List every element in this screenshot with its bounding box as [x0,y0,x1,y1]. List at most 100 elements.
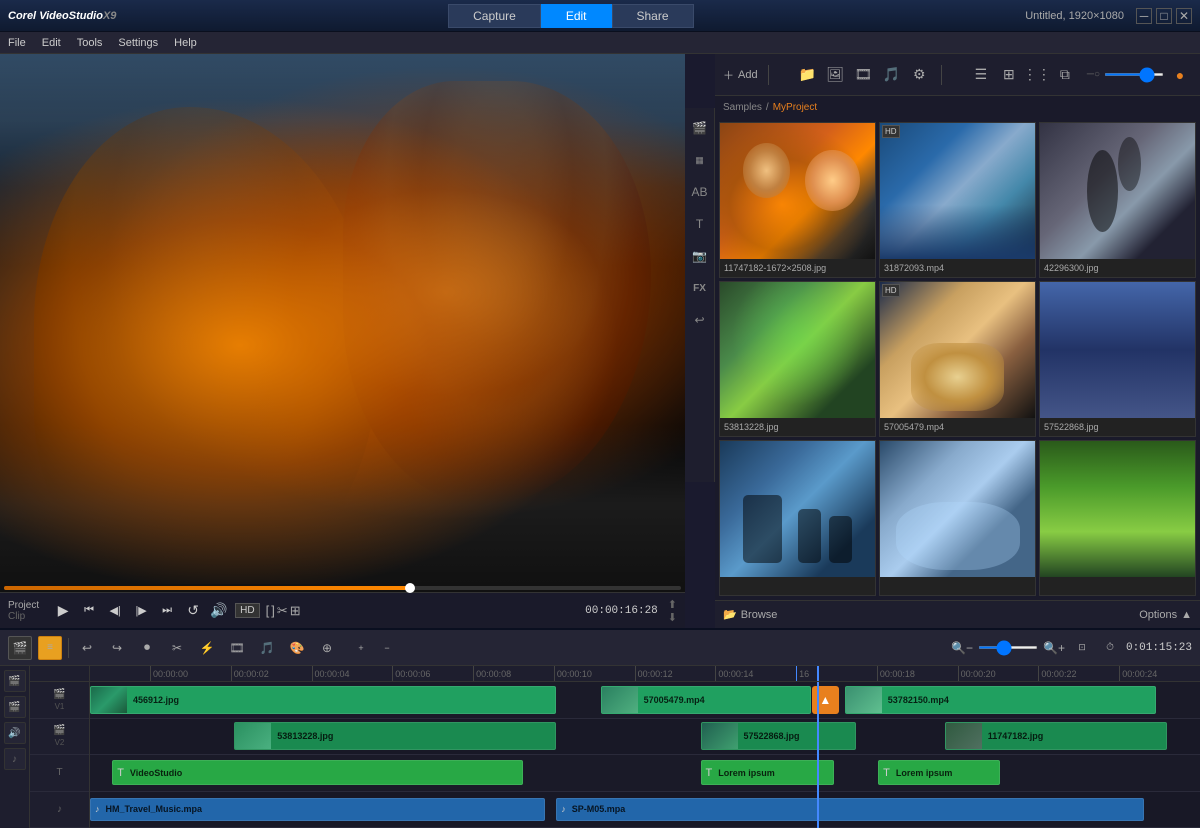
thumb-label-9 [1040,577,1195,595]
media-tool-audio[interactable]: ↩ [688,308,712,332]
track-btn-2[interactable]: 🎬 [4,696,26,718]
timecode-spinner[interactable]: ⬆⬇ [668,598,677,624]
clip-57522868[interactable]: 57522868.jpg [701,722,856,750]
redo-btn[interactable]: ↪ [105,636,129,660]
ruler-mark-11: 00:00:22 [1038,666,1119,681]
right-panel: ＋ Add 📁 🖼 🎞 🎵 ⚙ ☰ ⊞ ⋮⋮ ⧉ ─○ ● [715,54,1200,628]
timeline-storyboard-btn[interactable]: ≡ [38,636,62,660]
track-minus-btn[interactable]: − [375,636,399,660]
ruler-mark-10: 00:00:20 [958,666,1039,681]
media-tool-fx[interactable]: FX [688,276,712,300]
media-tool-video[interactable]: 🎬 [688,116,712,140]
clip-53813228[interactable]: 53813228.jpg [234,722,556,750]
zoom-in-btn[interactable]: 🔍+ [1042,636,1066,660]
menu-help[interactable]: Help [174,37,197,49]
volume-button[interactable]: 🔊 [209,600,229,621]
media-item-4[interactable]: 53813228.jpg [719,281,876,437]
menu-tools[interactable]: Tools [77,37,103,49]
clip-lorem2[interactable]: T Lorem ipsum [878,760,1000,785]
clip-57005479[interactable]: 57005479.mp4 [601,686,812,714]
media-item-2[interactable]: HD 31872093.mp4 [879,122,1036,278]
media-item-5[interactable]: HD 57005479.mp4 [879,281,1036,437]
grid-view-btn[interactable]: ⊞ [997,63,1021,87]
photo-icon-btn[interactable]: 🖼 [823,63,847,87]
out-point-button[interactable]: ] [271,603,275,619]
fit-btn[interactable]: ⊡ [1070,636,1094,660]
track-add-btn[interactable]: + [349,636,373,660]
menu-settings[interactable]: Settings [118,37,158,49]
menu-edit[interactable]: Edit [42,37,61,49]
tracks-container: 🎬 🎬 🔊 ♪ 🎬 V1 🎬 V2 [0,666,1200,828]
media-tool-titles[interactable]: T [688,212,712,236]
thumb-label-2: 31872093.mp4 [880,259,1035,277]
audio-btn[interactable]: 🎵 [255,636,279,660]
clip-lorem1[interactable]: T Lorem ipsum [701,760,834,785]
clip-hm-travel[interactable]: ♪ HM_Travel_Music.mpa [90,798,545,821]
media-tool-graphics[interactable]: 📷 [688,244,712,268]
color-btn[interactable]: 🎨 [285,636,309,660]
pan-btn[interactable]: ⊕ [315,636,339,660]
track-btn-4[interactable]: ♪ [4,748,26,770]
clip-456912[interactable]: 456912.jpg [90,686,556,714]
add-media-button[interactable]: ＋ Add [723,67,758,83]
settings-icon-btn[interactable]: ⚙ [907,63,931,87]
zoom-out-btn[interactable]: 🔍− [950,636,974,660]
corel-brand: Corel VideoStudioX9 [8,10,116,22]
clip-videostudio-text[interactable]: T VideoStudio [112,760,523,785]
maximize-button[interactable]: □ [1156,8,1172,24]
media-item-1[interactable]: 11747182-1672×2508.jpg [719,122,876,278]
project-path[interactable]: MyProject [773,102,817,113]
zoom-slider[interactable] [1104,73,1164,76]
clip-sp-m05[interactable]: ♪ SP-M05.mpa [556,798,1144,821]
sort-btn[interactable]: ⋮⋮ [1025,63,1049,87]
in-point-button[interactable]: [ [266,603,270,619]
tab-share[interactable]: Share [612,4,694,28]
folder-icon-btn[interactable]: 📁 [795,63,819,87]
fx-btn[interactable]: 🎞 [225,636,249,660]
clip-thumb-3 [846,687,882,713]
filter-btn[interactable]: ⧉ [1053,63,1077,87]
media-item-6[interactable]: 57522868.jpg [1039,281,1196,437]
timeline-zoom-slider[interactable] [978,646,1038,649]
prev-frame-button[interactable]: ⏮ [79,602,99,619]
clip-cut-button[interactable]: ✂ [277,603,288,619]
split-btn[interactable]: ⚡ [195,636,219,660]
tab-capture[interactable]: Capture [448,4,541,28]
media-item-9[interactable] [1039,440,1196,596]
track-btn-3[interactable]: 🔊 [4,722,26,744]
minimize-button[interactable]: ─ [1136,8,1152,24]
options-button[interactable]: Options ▲ [1139,609,1192,621]
next-frame-button[interactable]: ⏭ [157,602,177,619]
clip-53782150[interactable]: 53782150.mp4 [845,686,1156,714]
media-item-8[interactable] [879,440,1036,596]
undo-btn[interactable]: ↩ [75,636,99,660]
step-forward-button[interactable]: |▶ [131,602,151,619]
scrubber-handle[interactable] [405,583,415,593]
loop-button[interactable]: ↺ [183,600,203,621]
expand-button[interactable]: ⊞ [290,603,301,619]
clock-btn[interactable]: ⏱ [1098,636,1122,660]
step-back-button[interactable]: ◀| [105,602,125,619]
play-button[interactable]: ▶ [53,600,73,621]
clip-thumb-1 [91,687,127,713]
audio-icon-btn[interactable]: 🎵 [879,63,903,87]
track-btn-1[interactable]: 🎬 [4,670,26,692]
scrubber-area[interactable] [0,584,685,592]
menu-file[interactable]: File [8,37,26,49]
media-tool-instant-projects[interactable]: ▦ [688,148,712,172]
video-icon-btn[interactable]: 🎞 [851,63,875,87]
clip-logo[interactable]: ▲ [812,686,840,714]
playback-controls: Project Clip ▶ ⏮ ◀| |▶ ⏭ ↺ 🔊 HD [ ] ✂ ⊞ … [0,592,685,628]
progress-bar[interactable] [4,586,681,590]
browse-button[interactable]: 📂 Browse [723,608,777,621]
tab-edit[interactable]: Edit [541,4,612,28]
list-view-btn[interactable]: ☰ [969,63,993,87]
record-btn[interactable]: ⏺ [135,636,159,660]
trim-btn[interactable]: ✂ [165,636,189,660]
timeline-video-btn[interactable]: 🎬 [8,636,32,660]
clip-11747182[interactable]: 11747182.jpg [945,722,1167,750]
media-item-3[interactable]: 42296300.jpg [1039,122,1196,278]
media-item-7[interactable] [719,440,876,596]
close-button[interactable]: ✕ [1176,8,1192,24]
media-tool-transitions[interactable]: AB [688,180,712,204]
